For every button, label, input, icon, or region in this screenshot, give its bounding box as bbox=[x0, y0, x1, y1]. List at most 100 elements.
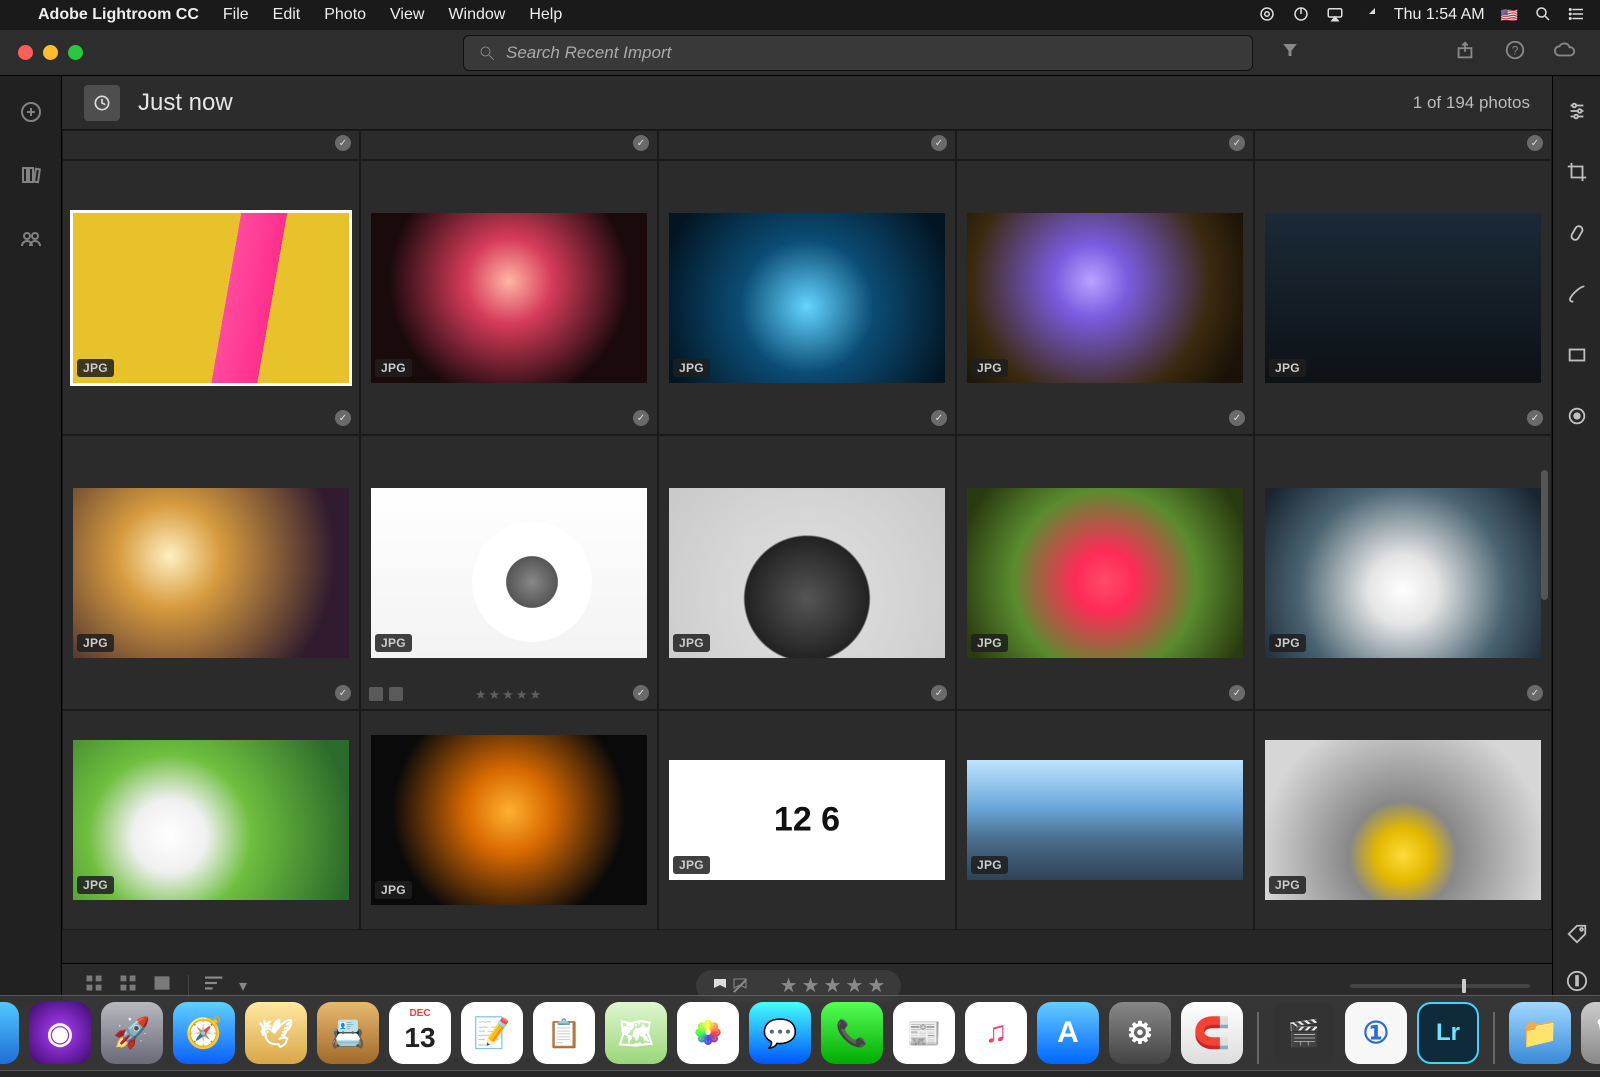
dock-trash[interactable] bbox=[1581, 1002, 1600, 1064]
photo-cell[interactable]: JPG bbox=[62, 710, 360, 930]
photo-cell[interactable]: JPG bbox=[658, 160, 956, 435]
dock-downloads[interactable] bbox=[1509, 1002, 1571, 1064]
flag-status-icon[interactable]: 🇺🇸 bbox=[1501, 7, 1518, 24]
menu-window[interactable]: Window bbox=[448, 6, 505, 24]
dock-settings[interactable] bbox=[1109, 1002, 1171, 1064]
dock-launchpad[interactable] bbox=[101, 1002, 163, 1064]
menu-photo[interactable]: Photo bbox=[324, 6, 366, 24]
sync-status-icon bbox=[1229, 135, 1245, 151]
format-badge: JPG bbox=[375, 881, 412, 899]
dock-messages[interactable] bbox=[749, 1002, 811, 1064]
format-badge: JPG bbox=[673, 856, 710, 874]
search-input[interactable]: Search Recent Import bbox=[463, 35, 1253, 71]
sync-status-icon bbox=[1527, 685, 1543, 701]
dock-reminders[interactable] bbox=[533, 1002, 595, 1064]
photo-cell[interactable]: JPG ★★★★★ bbox=[360, 435, 658, 710]
spotlight-icon[interactable] bbox=[1534, 5, 1552, 26]
format-badge: JPG bbox=[77, 359, 114, 377]
photo-cell[interactable]: JPG bbox=[360, 710, 658, 930]
linear-gradient-button[interactable] bbox=[1566, 344, 1588, 371]
edit-panel-button[interactable] bbox=[1566, 100, 1588, 127]
photo-cell[interactable]: JPG bbox=[1254, 710, 1552, 930]
dock-imovie[interactable] bbox=[1273, 1002, 1335, 1064]
menubar-clock[interactable]: Thu 1:54 AM bbox=[1394, 6, 1485, 24]
power-status-icon[interactable] bbox=[1292, 5, 1310, 26]
radial-gradient-button[interactable] bbox=[1566, 405, 1588, 432]
format-badge: JPG bbox=[375, 634, 412, 652]
menu-view[interactable]: View bbox=[390, 6, 424, 24]
dock-notes[interactable] bbox=[461, 1002, 523, 1064]
scrollbar-thumb[interactable] bbox=[1541, 470, 1548, 600]
dock-facetime[interactable] bbox=[821, 1002, 883, 1064]
airplay-status-icon[interactable] bbox=[1326, 5, 1344, 26]
photo-cell[interactable]: JPG bbox=[1254, 160, 1552, 435]
sync-status-icon bbox=[633, 685, 649, 701]
cloud-sync-button[interactable] bbox=[1554, 39, 1576, 66]
dock-finder[interactable] bbox=[0, 1002, 19, 1064]
photo-cell[interactable]: JPG bbox=[658, 435, 956, 710]
dock-maps[interactable] bbox=[605, 1002, 667, 1064]
window-close-button[interactable] bbox=[18, 45, 33, 60]
photo-cell[interactable]: JPG bbox=[658, 710, 956, 930]
dock-contacts[interactable] bbox=[317, 1002, 379, 1064]
macos-menubar: Adobe Lightroom CC File Edit Photo View … bbox=[0, 0, 1600, 30]
my-photos-button[interactable] bbox=[19, 163, 43, 192]
dock-magnet[interactable] bbox=[1181, 1002, 1243, 1064]
window-minimize-button[interactable] bbox=[43, 45, 58, 60]
chevron-down-icon[interactable]: ▾ bbox=[239, 976, 247, 996]
menu-help[interactable]: Help bbox=[529, 6, 562, 24]
sort-button[interactable] bbox=[205, 974, 231, 997]
photo-cell[interactable]: JPG bbox=[1254, 435, 1552, 710]
rating-stars[interactable]: ★★★★★ bbox=[475, 687, 543, 703]
dock-mail[interactable] bbox=[245, 1002, 307, 1064]
add-photos-button[interactable] bbox=[19, 100, 43, 129]
share-button[interactable] bbox=[1454, 39, 1476, 66]
dock-itunes[interactable] bbox=[965, 1002, 1027, 1064]
app-name[interactable]: Adobe Lightroom CC bbox=[38, 6, 199, 24]
help-button[interactable]: ? bbox=[1504, 39, 1526, 66]
recent-import-icon[interactable] bbox=[84, 85, 120, 121]
dock-safari[interactable] bbox=[173, 1002, 235, 1064]
format-badge: JPG bbox=[375, 359, 412, 377]
dock-lightroom[interactable] bbox=[1417, 1002, 1479, 1064]
right-sidebar: i bbox=[1552, 76, 1600, 1007]
dock-calendar[interactable] bbox=[389, 1002, 451, 1064]
sync-status-icon bbox=[335, 410, 351, 426]
sync-status-icon bbox=[931, 135, 947, 151]
photo-cell[interactable]: JPG bbox=[956, 160, 1254, 435]
collection-title: Just now bbox=[138, 89, 233, 117]
sync-status-icon bbox=[1229, 685, 1245, 701]
info-button[interactable]: i bbox=[1566, 970, 1588, 997]
photo-cell[interactable]: JPG bbox=[956, 435, 1254, 710]
dock-siri[interactable] bbox=[29, 1002, 91, 1064]
dock-photos[interactable] bbox=[677, 1002, 739, 1064]
dock-1password[interactable] bbox=[1345, 1002, 1407, 1064]
sharing-button[interactable] bbox=[19, 226, 43, 255]
photo-cell[interactable]: JPG bbox=[62, 435, 360, 710]
healing-brush-button[interactable] bbox=[1566, 222, 1588, 249]
photo-cell[interactable]: JPG bbox=[956, 710, 1254, 930]
format-badge: JPG bbox=[971, 634, 1008, 652]
dock-appstore[interactable] bbox=[1037, 1002, 1099, 1064]
notification-status-icon[interactable] bbox=[1360, 5, 1378, 26]
menu-file[interactable]: File bbox=[223, 6, 249, 24]
keywords-button[interactable] bbox=[1566, 923, 1588, 950]
sync-status-icon bbox=[1527, 135, 1543, 151]
photo-cell[interactable]: JPG bbox=[360, 160, 658, 435]
flag-icons[interactable] bbox=[369, 687, 403, 701]
photo-cell[interactable]: JPG bbox=[62, 160, 360, 435]
menubar-list-icon[interactable] bbox=[1568, 5, 1586, 26]
traffic-lights bbox=[18, 45, 83, 60]
window-maximize-button[interactable] bbox=[68, 45, 83, 60]
format-badge: JPG bbox=[673, 634, 710, 652]
dock-news[interactable] bbox=[893, 1002, 955, 1064]
cc-status-icon[interactable] bbox=[1258, 5, 1276, 26]
svg-text:i: i bbox=[1575, 974, 1579, 989]
collection-header: Just now 1 of 194 photos bbox=[62, 76, 1552, 130]
filter-button[interactable] bbox=[1281, 41, 1299, 64]
sync-status-icon bbox=[1527, 410, 1543, 426]
thumbnail-size-slider[interactable] bbox=[1350, 984, 1530, 988]
brush-button[interactable] bbox=[1566, 283, 1588, 310]
menu-edit[interactable]: Edit bbox=[273, 6, 301, 24]
crop-button[interactable] bbox=[1566, 161, 1588, 188]
